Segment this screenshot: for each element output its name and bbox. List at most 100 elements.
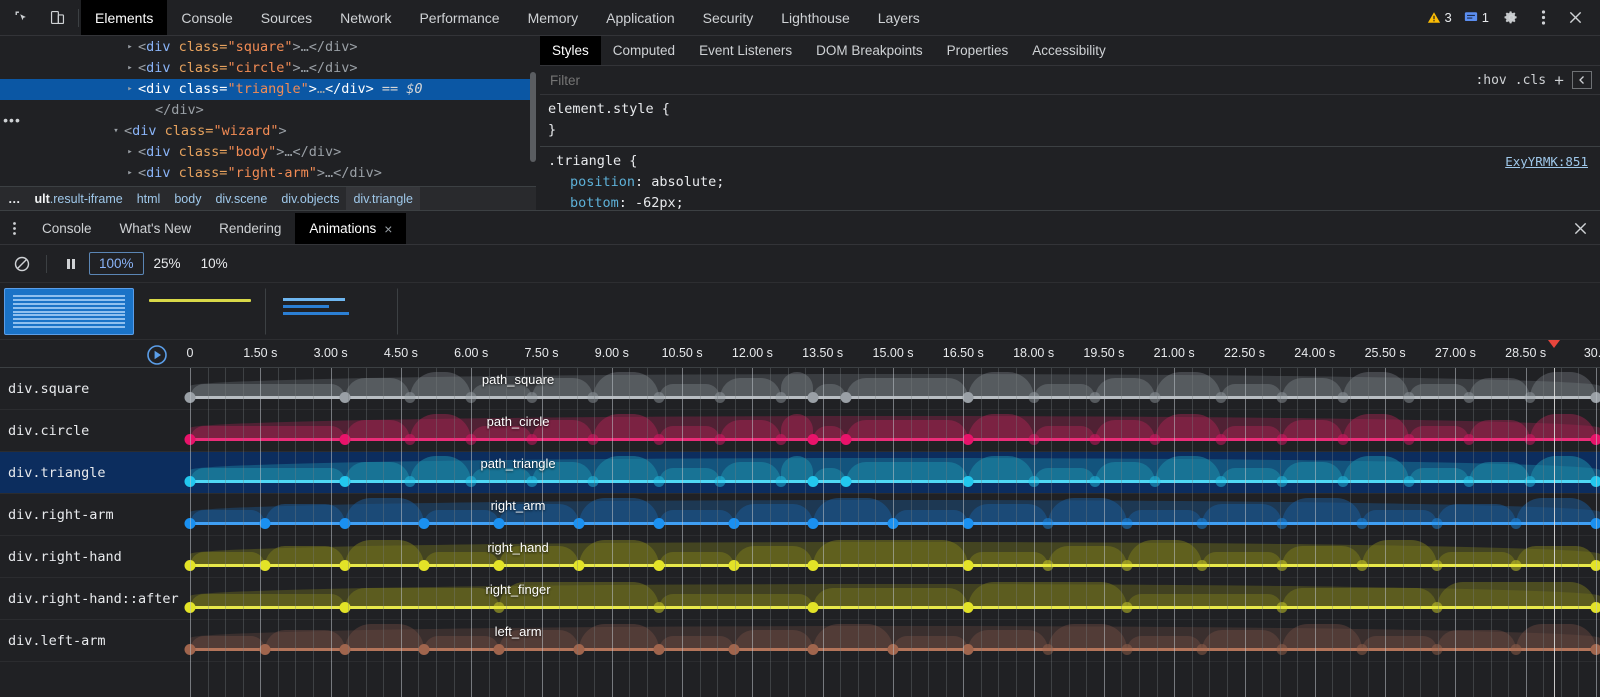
styles-tab-dom-breakpoints[interactable]: DOM Breakpoints bbox=[804, 36, 935, 65]
inspect-element-icon[interactable] bbox=[8, 5, 34, 31]
keyframe-marker[interactable] bbox=[1276, 602, 1287, 613]
keyframe-marker[interactable] bbox=[1197, 560, 1208, 571]
keyframe-marker[interactable] bbox=[1591, 476, 1600, 487]
keyframe-marker[interactable] bbox=[1216, 476, 1227, 487]
keyframe-marker[interactable] bbox=[1337, 392, 1348, 403]
keyframe-marker[interactable] bbox=[1122, 644, 1133, 655]
styles-tab-computed[interactable]: Computed bbox=[601, 36, 687, 65]
keyframe-marker[interactable] bbox=[185, 476, 196, 487]
keyframe-marker[interactable] bbox=[653, 476, 664, 487]
keyframe-marker[interactable] bbox=[1276, 644, 1287, 655]
keyframe-marker[interactable] bbox=[714, 476, 725, 487]
drawer-tab-rendering[interactable]: Rendering bbox=[205, 213, 295, 244]
keyframe-marker[interactable] bbox=[527, 434, 538, 445]
animation-track[interactable]: left_arm bbox=[190, 620, 1600, 662]
keyframe-marker[interactable] bbox=[1216, 434, 1227, 445]
keyframe-marker[interactable] bbox=[573, 644, 584, 655]
keyframe-marker[interactable] bbox=[808, 434, 819, 445]
keyframe-marker[interactable] bbox=[962, 392, 973, 403]
keyframe-marker[interactable] bbox=[1089, 392, 1100, 403]
more-options-kebab-icon[interactable] bbox=[1528, 3, 1558, 33]
keyframe-marker[interactable] bbox=[808, 392, 819, 403]
keyframe-marker[interactable] bbox=[1464, 434, 1475, 445]
keyframe-marker[interactable] bbox=[888, 644, 899, 655]
main-tab-layers[interactable]: Layers bbox=[864, 0, 934, 35]
dom-node-row[interactable]: </div> bbox=[0, 100, 536, 121]
keyframe-marker[interactable] bbox=[962, 602, 973, 613]
device-toolbar-icon[interactable] bbox=[44, 5, 70, 31]
dom-node-row[interactable]: ▸<div class="circle">…</div> bbox=[0, 58, 536, 79]
new-style-rule-button[interactable]: + bbox=[1554, 72, 1564, 89]
css-declaration[interactable]: position: absolute; bbox=[548, 172, 1600, 193]
disclosure-triangle-icon[interactable]: ▾ bbox=[110, 121, 122, 142]
keyframe-marker[interactable] bbox=[573, 560, 584, 571]
keyframe-marker[interactable] bbox=[419, 518, 430, 529]
keyframe-marker[interactable] bbox=[339, 560, 350, 571]
keyframe-marker[interactable] bbox=[1150, 392, 1161, 403]
drawer-more-tabs-icon[interactable] bbox=[0, 213, 28, 244]
breadcrumb-overflow-button[interactable]: … bbox=[0, 187, 28, 211]
keyframe-marker[interactable] bbox=[259, 644, 270, 655]
keyframe-marker[interactable] bbox=[1197, 518, 1208, 529]
close-tab-icon[interactable]: × bbox=[384, 221, 392, 237]
main-tab-network[interactable]: Network bbox=[326, 0, 405, 35]
drawer-tab-console[interactable]: Console bbox=[28, 213, 106, 244]
keyframe-marker[interactable] bbox=[714, 392, 725, 403]
keyframe-marker[interactable] bbox=[841, 392, 852, 403]
animation-row[interactable]: div.circlepath_circle bbox=[0, 410, 1600, 452]
main-tab-security[interactable]: Security bbox=[689, 0, 768, 35]
keyframe-marker[interactable] bbox=[573, 518, 584, 529]
breadcrumb-item[interactable]: body bbox=[167, 187, 208, 211]
keyframe-marker[interactable] bbox=[494, 602, 505, 613]
animation-track[interactable]: right_finger bbox=[190, 578, 1600, 620]
keyframe-marker[interactable] bbox=[1591, 644, 1600, 655]
keyframe-marker[interactable] bbox=[714, 434, 725, 445]
keyframe-marker[interactable] bbox=[419, 560, 430, 571]
keyframe-marker[interactable] bbox=[588, 434, 599, 445]
animation-track[interactable]: path_square bbox=[190, 368, 1600, 410]
keyframe-marker[interactable] bbox=[653, 602, 664, 613]
timeline-scrubber-head[interactable] bbox=[1548, 340, 1560, 348]
keyframe-marker[interactable] bbox=[527, 392, 538, 403]
keyframe-marker[interactable] bbox=[185, 644, 196, 655]
clear-all-animations-icon[interactable] bbox=[8, 251, 36, 277]
keyframe-marker[interactable] bbox=[1028, 476, 1039, 487]
keyframe-marker[interactable] bbox=[339, 392, 350, 403]
disclosure-triangle-icon[interactable]: ▸ bbox=[124, 142, 136, 163]
animation-row[interactable]: div.trianglepath_triangle bbox=[0, 452, 1600, 494]
keyframe-marker[interactable] bbox=[588, 476, 599, 487]
keyframe-marker[interactable] bbox=[1356, 518, 1367, 529]
keyframe-marker[interactable] bbox=[466, 476, 477, 487]
animation-row[interactable]: div.squarepath_square bbox=[0, 368, 1600, 410]
keyframe-marker[interactable] bbox=[1431, 602, 1442, 613]
keyframe-marker[interactable] bbox=[466, 434, 477, 445]
playback-rate-25[interactable]: 25% bbox=[144, 252, 191, 275]
animation-row[interactable]: div.left-armleft_arm bbox=[0, 620, 1600, 662]
styles-filter-input[interactable] bbox=[550, 73, 1475, 88]
keyframe-marker[interactable] bbox=[808, 518, 819, 529]
keyframe-marker[interactable] bbox=[185, 434, 196, 445]
keyframe-marker[interactable] bbox=[962, 560, 973, 571]
keyframe-marker[interactable] bbox=[1089, 476, 1100, 487]
keyframe-marker[interactable] bbox=[494, 518, 505, 529]
playback-rate-10[interactable]: 10% bbox=[191, 252, 238, 275]
keyframe-marker[interactable] bbox=[1276, 560, 1287, 571]
keyframe-marker[interactable] bbox=[1591, 602, 1600, 613]
keyframe-marker[interactable] bbox=[1591, 560, 1600, 571]
warning-counter[interactable]: 3 bbox=[1422, 10, 1457, 25]
keyframe-marker[interactable] bbox=[588, 392, 599, 403]
keyframe-marker[interactable] bbox=[653, 392, 664, 403]
animation-group-3[interactable] bbox=[268, 288, 398, 335]
breadcrumb-item[interactable]: ult.result-iframe bbox=[28, 187, 130, 211]
main-tab-lighthouse[interactable]: Lighthouse bbox=[767, 0, 864, 35]
keyframe-marker[interactable] bbox=[1337, 476, 1348, 487]
keyframe-marker[interactable] bbox=[888, 518, 899, 529]
stylesheet-source-link[interactable]: ExyYRMK:851 bbox=[1505, 151, 1588, 172]
keyframe-marker[interactable] bbox=[775, 476, 786, 487]
keyframe-marker[interactable] bbox=[339, 518, 350, 529]
keyframe-marker[interactable] bbox=[466, 392, 477, 403]
keyframe-marker[interactable] bbox=[1122, 518, 1133, 529]
keyframe-marker[interactable] bbox=[1511, 560, 1522, 571]
keyframe-marker[interactable] bbox=[1591, 434, 1600, 445]
keyframe-marker[interactable] bbox=[653, 560, 664, 571]
